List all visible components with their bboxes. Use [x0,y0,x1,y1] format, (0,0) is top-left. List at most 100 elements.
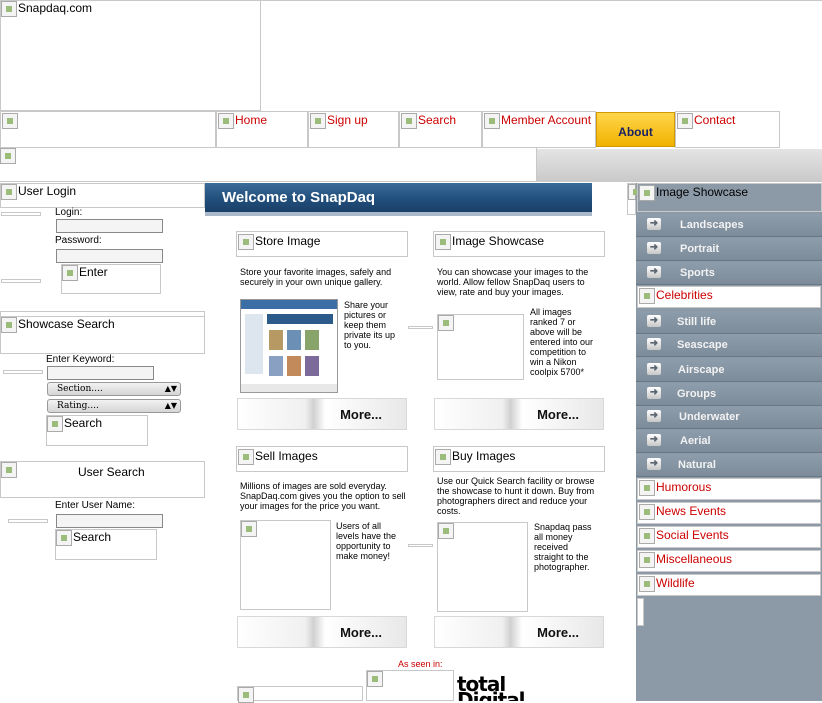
enter-icon [62,265,78,281]
user-login-header: User Login [0,183,205,208]
nav-search[interactable]: Search [399,111,482,148]
image-showcase-more-button[interactable]: More... [434,398,604,430]
buy-images-more-button[interactable]: More... [434,616,604,648]
broken-image-icon [0,148,16,164]
login-field[interactable] [56,219,163,233]
sidebar-item-news-events[interactable]: News Events [637,502,821,524]
sell-images-more-button[interactable]: More... [237,616,407,648]
contact-icon [677,113,693,129]
sell-images-icon [238,449,254,465]
store-image-side-text: Share your pictures or keep them private… [344,300,396,350]
sidebar-bottom-spacer [637,598,644,626]
user-search-icon [1,462,17,478]
nav-home[interactable]: Home [216,111,308,148]
arrow-right-icon: ➜ [647,266,661,278]
store-image-header[interactable]: Store Image [236,231,408,257]
store-image-icon [238,234,254,250]
logo[interactable]: Snapdaq.com [0,0,261,111]
keyword-row-image [3,370,43,374]
image-showcase-header[interactable]: Image Showcase [433,231,605,257]
total-digital-logo[interactable]: total Digital [457,676,559,701]
as-seen-in-image-mid [366,670,454,701]
enter-button[interactable]: Enter [61,264,161,294]
section-select[interactable]: Section.... ▲▼ [47,382,181,396]
store-image-screenshot [240,299,338,393]
broken-image-icon [639,504,655,520]
sidebar-item-sports[interactable]: ➜ Sports [636,262,822,285]
arrow-right-icon: ➜ [647,315,661,327]
showcase-search-button[interactable]: Search [46,415,148,446]
password-field[interactable] [56,249,163,263]
as-seen-in-image-left [237,686,363,703]
sidebar-item-landscapes[interactable]: ➜ Landscapes [636,214,822,237]
search-icon [401,113,417,129]
rating-select[interactable]: Rating.... ▲▼ [47,399,181,413]
member-account-icon [484,113,500,129]
image-showcase-spacer [408,326,433,329]
sidebar-item-wildlife[interactable]: Wildlife [637,574,821,596]
user-search-title: User Search [78,465,145,479]
buy-images-text: Use our Quick Search facility or browse … [437,476,595,516]
showcase-search-header: Showcase Search [0,316,205,354]
user-search-button[interactable]: Search [55,529,157,560]
keyword-field[interactable] [47,366,154,380]
arrow-right-icon: ➜ [647,242,661,254]
sidebar-item-humorous[interactable]: Humorous [637,478,821,500]
sidebar-item-natural[interactable]: ➜ Natural [636,454,822,477]
buy-images-header[interactable]: Buy Images [433,446,605,472]
sell-images-side-text: Users of all levels have the opportunity… [336,521,397,561]
sell-images-picture [240,520,331,610]
login-icon [1,184,17,200]
sub-header-image [0,148,537,182]
arrow-right-icon: ➜ [647,218,661,230]
broken-image-icon [1,1,17,17]
nav-contact[interactable]: Contact [675,111,780,148]
nav-signup[interactable]: Sign up [308,111,399,148]
select-arrows-icon: ▲▼ [164,401,177,410]
broken-image-icon [438,523,454,539]
sidebar-item-aerial[interactable]: ➜ Aerial [636,430,822,453]
sidebar-item-celebrities[interactable]: Celebrities [637,286,821,308]
login-row-image [1,212,41,216]
arrow-right-icon: ➜ [647,338,661,350]
home-icon [218,113,234,129]
sell-images-header[interactable]: Sell Images [236,446,408,472]
image-showcase-picture [437,314,524,380]
sell-images-text: Millions of images are sold everyday. Sn… [240,481,406,511]
login-label: Login: [55,207,83,218]
image-showcase-icon [639,185,655,201]
arrow-right-icon: ➜ [647,387,661,399]
sidebar-item-social-events[interactable]: Social Events [637,526,821,548]
broken-image-icon [628,184,636,200]
password-label: Password: [55,235,102,246]
image-showcase-text: You can showcase your images to the worl… [437,267,589,297]
store-image-more-button[interactable]: More... [237,398,407,430]
signup-icon [310,113,326,129]
sidebar-item-groups[interactable]: ➜ Groups [636,383,822,406]
broken-image-icon [639,552,655,568]
search-icon [47,416,63,432]
nav-about[interactable]: About [596,112,675,147]
nav-member-account[interactable]: Member Account [482,111,596,148]
sidebar-item-airscape[interactable]: ➜ Airscape [636,359,822,382]
username-row-image [8,519,48,523]
sidebar-item-still-life[interactable]: ➜ Still life [636,311,822,334]
store-image-text: Store your favorite images, safely and s… [240,267,392,287]
nav-spacer-left [0,111,216,148]
username-label: Enter User Name: [55,500,136,511]
showcase-search-title: Showcase Search [18,317,115,331]
image-showcase-icon [435,234,451,250]
sidebar-title: Image Showcase [656,185,749,199]
username-field[interactable] [56,514,163,528]
showcase-search-icon [1,317,17,333]
arrow-right-icon: ➜ [647,363,661,375]
sidebar-item-miscellaneous[interactable]: Miscellaneous [637,550,821,572]
sidebar-item-seascape[interactable]: ➜ Seascape [636,334,822,357]
buy-images-spacer [408,544,433,547]
user-login-title: User Login [18,184,77,198]
broken-image-icon [639,576,655,592]
user-search-header: User Search [0,461,205,498]
keyword-label: Enter Keyword: [46,354,115,365]
sidebar-item-portrait[interactable]: ➜ Portrait [636,238,822,261]
sidebar-item-underwater[interactable]: ➜ Underwater [636,406,822,429]
